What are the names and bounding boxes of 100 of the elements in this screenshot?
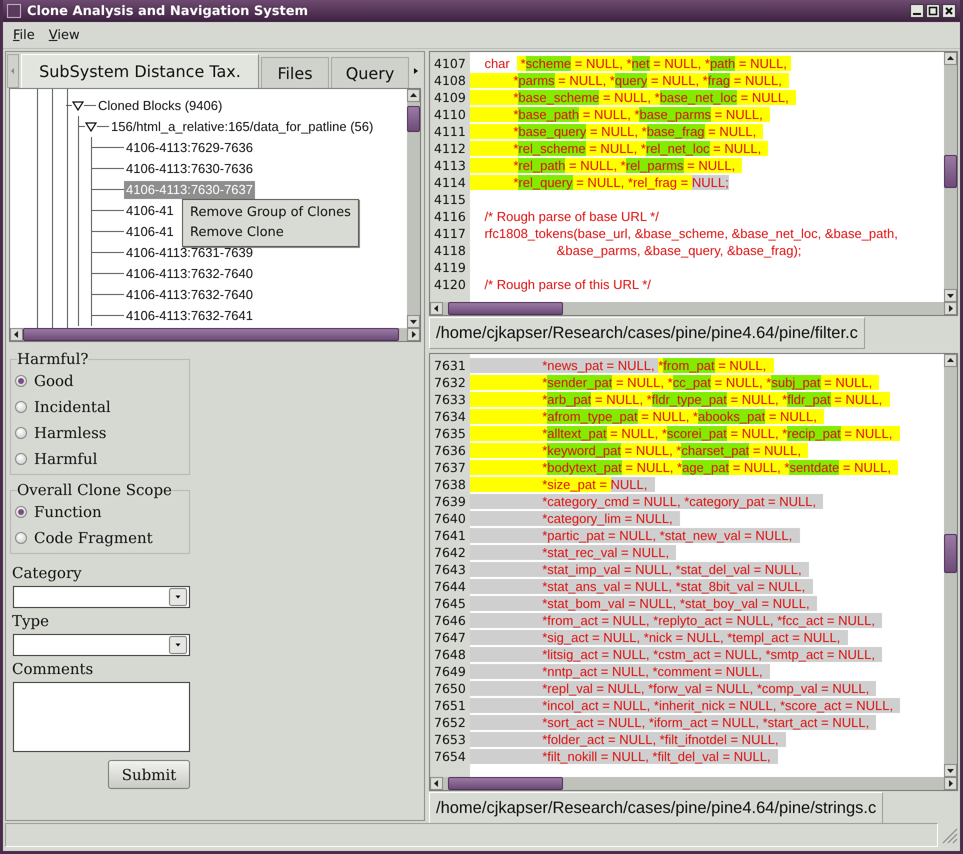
code-line: *rel_query = NULL, *rel_frag = NULL; xyxy=(470,174,729,191)
line-number: 7636 xyxy=(433,443,467,458)
tree-item[interactable]: 4106-4113:7632-7641 xyxy=(124,306,255,324)
expanded-triangle-icon[interactable] xyxy=(85,122,97,132)
line-number: 7649 xyxy=(433,664,467,679)
line-number: 7647 xyxy=(433,630,467,645)
scrollbar-thumb[interactable] xyxy=(944,154,957,188)
line-number: 4114 xyxy=(433,175,467,190)
line-number: 4112 xyxy=(433,141,467,156)
line-number: 7645 xyxy=(433,596,467,611)
line-number: 4115 xyxy=(433,192,467,207)
tree-item[interactable]: 4106-41 xyxy=(124,222,176,240)
code-line: *base_query = NULL, *base_frag = NULL, xyxy=(470,123,764,140)
tree-item[interactable]: 4106-4113:7629-7636 xyxy=(124,138,255,156)
tab[interactable]: Files xyxy=(261,57,329,88)
radio-label[interactable]: Code Fragment xyxy=(34,529,153,547)
scrollbar[interactable] xyxy=(430,777,957,790)
scrollbar-thumb[interactable] xyxy=(448,302,564,315)
code-line: /* Rough parse of this URL */ xyxy=(483,276,651,293)
line-number: 7653 xyxy=(433,732,467,747)
menu-item[interactable]: View xyxy=(48,28,80,42)
code-line: *rel_path = NULL, *rel_parms = NULL, xyxy=(470,157,742,174)
window-menu-icon[interactable] xyxy=(7,4,21,18)
line-number: 4116 xyxy=(433,209,467,224)
line-number: 7654 xyxy=(433,749,467,764)
group-title: Overall Clone Scope xyxy=(17,481,172,499)
scrollbar[interactable] xyxy=(407,89,420,328)
file-path-label: /home/cjkapser/Research/cases/pine/pine4.64/pine/filter.c xyxy=(429,317,865,349)
line-number: 7639 xyxy=(433,494,467,509)
comments-field[interactable] xyxy=(13,682,190,752)
scrollbar-thumb[interactable] xyxy=(944,534,957,574)
code-line: &base_parms, &base_query, &base_frag); xyxy=(556,242,802,259)
category-dropdown[interactable] xyxy=(13,586,190,608)
code-line: *arb_pat = NULL, *fldr_type_pat = NULL, *fldr_pat = NULL, xyxy=(470,391,890,408)
line-number: 4111 xyxy=(433,124,467,139)
code-line: *sender_pat = NULL, *cc_pat = NULL, *subj_pat = NULL, xyxy=(470,374,880,391)
radio-label[interactable]: Good xyxy=(34,372,74,390)
tree-item[interactable]: 4106-4113:7630-7636 xyxy=(124,160,255,178)
submit-button[interactable]: Submit xyxy=(108,760,190,789)
tree-item[interactable]: Cloned Blocks (9406) xyxy=(96,96,224,114)
line-number: 7632 xyxy=(433,375,467,390)
code-line: *rel_scheme = NULL, *rel_net_loc = NULL, xyxy=(470,140,768,157)
radio-button[interactable] xyxy=(15,427,27,439)
type-dropdown[interactable] xyxy=(13,634,190,656)
line-number: 4117 xyxy=(433,226,467,241)
menu-item[interactable]: Remove Group of Clones xyxy=(183,203,358,223)
radio-button[interactable] xyxy=(15,375,27,387)
code-line: *keyword_pat = NULL, *charset_pat = NULL, xyxy=(470,442,808,459)
radio-label[interactable]: Harmless xyxy=(34,424,106,442)
line-number: 7646 xyxy=(433,613,467,628)
field-label: Category xyxy=(12,564,83,582)
menu-item[interactable]: File xyxy=(13,28,35,42)
line-number: 7650 xyxy=(433,681,467,696)
line-number: 7652 xyxy=(433,715,467,730)
scrollbar-thumb[interactable] xyxy=(407,106,420,132)
code-line: char *scheme = NULL, *net = NULL, *path = NULL, xyxy=(470,55,791,72)
radio-label[interactable]: Function xyxy=(34,503,102,521)
code-line: *bodytext_pat = NULL, *age_pat = NULL, *sentdate = NULL, xyxy=(470,459,898,476)
tab[interactable]: SubSystem Distance Tax. xyxy=(21,54,259,88)
tree-item[interactable]: 4106-4113:7632-7640 xyxy=(124,264,255,282)
line-number: 7651 xyxy=(433,698,467,713)
line-number: 4107 xyxy=(433,56,467,71)
minimize-icon[interactable] xyxy=(910,4,924,18)
line-number: 7631 xyxy=(433,358,467,373)
tree-item[interactable]: 4106-41 xyxy=(124,202,176,220)
line-number: 4120 xyxy=(433,277,467,292)
line-number: 7637 xyxy=(433,460,467,475)
line-number: 7648 xyxy=(433,647,467,662)
file-path-label: /home/cjkapser/Research/cases/pine/pine4.64/pine/strings.c xyxy=(429,792,884,824)
radio-button[interactable] xyxy=(15,453,27,465)
code-line: *base_path = NULL, *base_parms = NULL, xyxy=(470,106,770,123)
code-line: *base_scheme = NULL, *base_net_loc = NULL, xyxy=(470,89,796,106)
tree-item[interactable]: 156/html_a_relative:165/data_for_patline (56) xyxy=(109,118,376,136)
close-icon[interactable] xyxy=(942,4,956,18)
code-line: *afrom_type_pat = NULL, *abooks_pat = NULL, xyxy=(470,408,824,425)
line-number: 7642 xyxy=(433,545,467,560)
line-number: 7638 xyxy=(433,477,467,492)
line-number: 7644 xyxy=(433,579,467,594)
tab[interactable]: Query xyxy=(331,57,409,88)
tree-item[interactable]: 4106-4113:7632-7640 xyxy=(124,286,255,304)
scrollbar[interactable] xyxy=(944,354,957,777)
radio-button[interactable] xyxy=(15,532,27,544)
tree-item[interactable]: 4106-4113:7631-7639 xyxy=(124,244,255,262)
radio-label[interactable]: Incidental xyxy=(34,398,111,416)
code-line: *size_pat = NULL, xyxy=(470,476,655,493)
scrollbar-thumb[interactable] xyxy=(448,777,564,790)
line-number: 4109 xyxy=(433,90,467,105)
line-number: 4113 xyxy=(433,158,467,173)
menu-item[interactable]: Remove Clone xyxy=(183,223,358,243)
expanded-triangle-icon[interactable] xyxy=(72,100,84,110)
radio-button[interactable] xyxy=(15,401,27,413)
radio-label[interactable]: Harmful xyxy=(34,450,98,468)
radio-button[interactable] xyxy=(15,506,27,518)
scrollbar[interactable] xyxy=(944,52,957,302)
window-title: Clone Analysis and Navigation System xyxy=(27,4,308,18)
scrollbar[interactable] xyxy=(430,302,957,315)
maximize-icon[interactable] xyxy=(926,4,940,18)
line-number: 7634 xyxy=(433,409,467,424)
code-line: *parms = NULL, *query = NULL, *frag = NULL, xyxy=(470,72,790,89)
line-number: 4110 xyxy=(433,107,467,122)
